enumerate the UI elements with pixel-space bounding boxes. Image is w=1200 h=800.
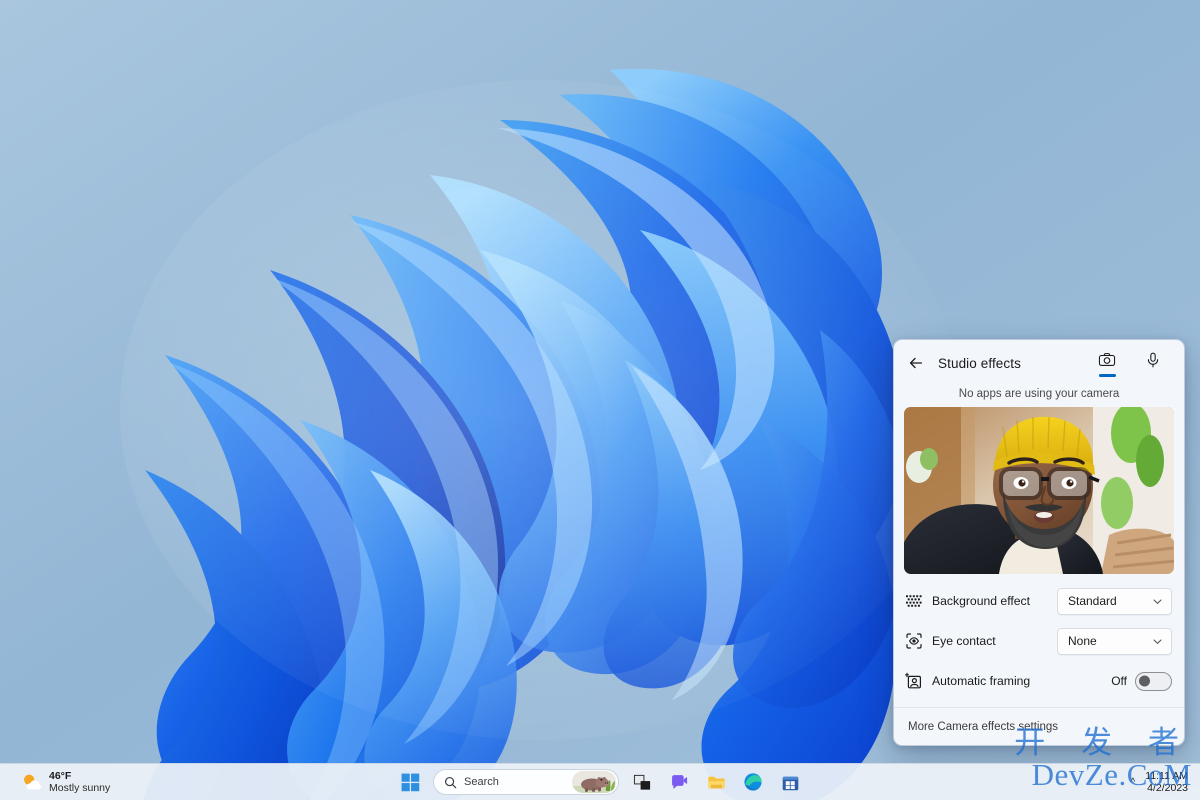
dropdown-value: None [1068,634,1097,648]
microsoft-store-button[interactable] [776,768,804,796]
hippo-thumbnail[interactable] [572,771,616,793]
eye-contact-dropdown[interactable]: None [1057,627,1172,655]
tab-microphone-underline [1145,374,1162,377]
file-explorer-button[interactable] [702,768,730,796]
weather-widget[interactable]: 46°F Mostly sunny [0,770,200,794]
settings-list: Background effect Standard Eye contact N… [894,574,1184,701]
clock[interactable]: 11:11 AM 4/2/2023 [1145,770,1188,795]
more-camera-effects-settings-link[interactable]: More Camera effects settings [894,708,1184,733]
automatic-framing-toggle-area[interactable]: Off [1111,671,1172,691]
back-button[interactable] [902,349,930,377]
chat-button[interactable] [665,768,693,796]
search-input[interactable]: Search [433,769,619,795]
toggle-state-label: Off [1111,674,1127,688]
tab-strip [1092,349,1172,377]
panel-header: Studio effects [894,340,1184,386]
edge-button[interactable] [739,768,767,796]
clock-time: 11:11 AM [1145,769,1188,782]
folder-icon [707,776,725,788]
task-view-button[interactable] [628,768,656,796]
weather-text: 46°F Mostly sunny [49,770,110,794]
camera-icon [1098,353,1116,367]
back-arrow-icon [909,357,923,369]
clock-date: 4/2/2023 [1147,782,1188,794]
automatic-framing-toggle[interactable] [1135,671,1172,691]
toggle-knob [1139,675,1150,687]
setting-label: Background effect [932,594,1031,608]
page-title: Studio effects [938,355,1021,371]
search-icon [444,776,457,788]
microphone-icon [1147,352,1159,368]
tab-camera[interactable] [1092,349,1122,377]
store-icon [782,776,798,790]
edge-icon [744,773,762,791]
search-placeholder: Search [464,776,499,788]
desktop[interactable]: Studio effects No apps are using your ca… [0,0,1200,800]
tab-microphone[interactable] [1138,349,1168,377]
blur-pattern-icon [904,592,923,611]
task-view-icon [633,774,650,790]
windows-start-icon [401,773,419,791]
partly-sunny-icon [24,774,41,790]
setting-row-automatic-framing[interactable]: Automatic framing Off [904,661,1172,701]
dropdown-value: Standard [1068,594,1117,608]
setting-label: Automatic framing [932,674,1031,688]
start-button[interactable] [396,768,424,796]
eye-contact-icon [904,632,923,651]
weather-condition: Mostly sunny [49,782,111,794]
taskbar[interactable]: 46°F Mostly sunny Search ^ 11:11 AM 4/2/… [0,763,1200,800]
chevron-down-icon [1153,598,1162,604]
chat-icon [671,774,687,789]
setting-label: Eye contact [932,634,996,648]
setting-row-eye-contact[interactable]: Eye contact None [904,621,1172,661]
tab-camera-underline [1098,374,1116,377]
tray-expand-chevron-icon[interactable]: ^ [1130,777,1135,788]
system-tray[interactable]: ^ 11:11 AM 4/2/2023 [1130,764,1200,800]
chevron-down-icon [1153,638,1162,644]
setting-row-background-effect[interactable]: Background effect Standard [904,581,1172,621]
weather-temperature: 46°F [49,769,72,782]
automatic-framing-icon [904,672,923,691]
studio-effects-panel[interactable]: Studio effects No apps are using your ca… [893,339,1185,746]
camera-preview [904,407,1174,574]
background-effect-dropdown[interactable]: Standard [1057,587,1172,615]
camera-status-text: No apps are using your camera [958,388,1120,400]
